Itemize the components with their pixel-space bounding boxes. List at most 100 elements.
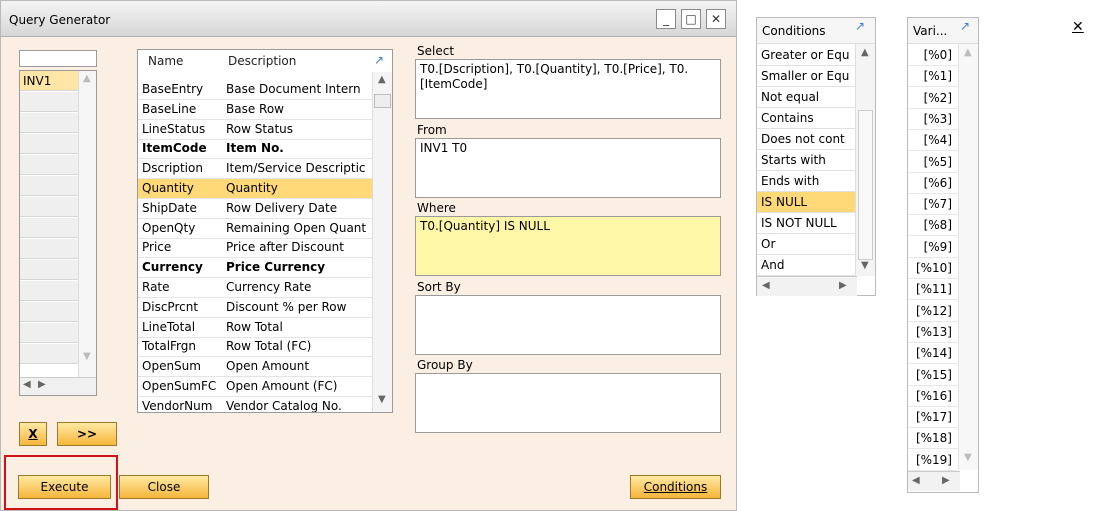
variable-item[interactable]: [%10]	[908, 258, 958, 279]
condition-item[interactable]: Ends with	[757, 171, 855, 192]
field-row[interactable]: Currency Price Currency	[138, 258, 372, 279]
table-row	[20, 92, 78, 112]
field-row[interactable]: ItemCode Item No.	[138, 139, 372, 160]
field-name: LineTotal	[142, 319, 196, 334]
from-label: From	[417, 123, 447, 137]
field-row[interactable]: DiscPrcnt Discount % per Row	[138, 298, 372, 318]
conditions-button[interactable]: Conditions	[630, 475, 721, 499]
remove-table-button[interactable]: X	[19, 422, 47, 446]
where-textarea[interactable]: T0.[Quantity] IS NULL	[415, 216, 721, 276]
field-row[interactable]: OpenSumFC Open Amount (FC)	[138, 377, 372, 397]
field-grid-vertical-scrollbar[interactable]: ▲ ▼	[372, 72, 392, 412]
variable-item[interactable]: [%13]	[908, 322, 958, 343]
table-row-inv1[interactable]: INV1	[20, 71, 78, 91]
variable-item[interactable]: [%16]	[908, 386, 958, 407]
scroll-down-icon[interactable]: ▼	[964, 452, 972, 463]
field-row[interactable]: OpenSum Open Amount	[138, 357, 372, 378]
variable-item[interactable]: [%19]	[908, 450, 958, 471]
variable-item[interactable]: [%1]	[908, 66, 958, 88]
scroll-down-icon[interactable]: ▼	[861, 260, 869, 271]
variable-item[interactable]: [%8]	[908, 215, 958, 237]
field-grid[interactable]: Name Description ↗ BaseEntry Base Documen…	[137, 49, 393, 413]
field-row[interactable]: VendorNum Vendor Catalog No.	[138, 397, 372, 412]
field-row[interactable]: LineStatus Row Status	[138, 120, 372, 140]
variable-item[interactable]: [%4]	[908, 130, 958, 152]
from-textarea[interactable]: INV1 T0	[415, 138, 721, 198]
close-variables-icon[interactable]: ✕	[1072, 19, 1084, 35]
condition-item[interactable]: Greater or Equ	[757, 45, 855, 66]
field-row[interactable]: BaseEntry Base Document Intern	[138, 80, 372, 100]
variable-item[interactable]: [%5]	[908, 152, 958, 173]
variable-item[interactable]: [%18]	[908, 428, 958, 450]
variables-vertical-scrollbar[interactable]: ▲ ▼	[958, 44, 978, 470]
scroll-down-icon[interactable]: ▼	[378, 394, 386, 405]
table-list-vertical-scrollbar[interactable]: ▲ ▼	[78, 71, 96, 377]
scroll-left-icon[interactable]: ◀	[912, 475, 920, 486]
expand-icon[interactable]: ↗	[960, 20, 972, 32]
close-button[interactable]: Close	[119, 475, 209, 499]
select-textarea[interactable]: T0.[Dscription], T0.[Quantity], T0.[Pric…	[415, 59, 721, 119]
table-list[interactable]: INV1 ▲ ▼ ◀ ▶	[19, 70, 97, 396]
field-row[interactable]: Quantity Quantity	[138, 179, 372, 199]
scroll-up-icon[interactable]: ▲	[861, 47, 869, 58]
scroll-down-icon[interactable]: ▼	[83, 351, 91, 362]
variable-item[interactable]: [%14]	[908, 343, 958, 365]
expand-icon[interactable]: ↗	[855, 20, 867, 32]
conditions-header-label: Conditions	[762, 24, 826, 38]
field-row[interactable]: LineTotal Row Total	[138, 318, 372, 338]
variable-item[interactable]: [%11]	[908, 279, 958, 301]
variable-item[interactable]: [%3]	[908, 109, 958, 130]
variable-item[interactable]: [%9]	[908, 237, 958, 258]
expand-icon[interactable]: ↗	[374, 54, 386, 66]
variable-item[interactable]: [%15]	[908, 365, 958, 386]
condition-item[interactable]: Starts with	[757, 150, 855, 171]
condition-item[interactable]: Smaller or Equ	[757, 66, 855, 87]
scroll-left-icon[interactable]: ◀	[762, 280, 770, 291]
condition-item[interactable]: Contains	[757, 108, 855, 129]
condition-item[interactable]: And	[757, 255, 855, 276]
maximize-button[interactable]: □	[681, 9, 701, 29]
variable-item[interactable]: [%6]	[908, 173, 958, 194]
field-row[interactable]: TotalFrgn Row Total (FC)	[138, 337, 372, 358]
table-search-input[interactable]	[19, 50, 97, 67]
field-row[interactable]: Dscription Item/Service Descriptic	[138, 159, 372, 180]
variable-item[interactable]: [%12]	[908, 301, 958, 322]
field-description: Currency Rate	[226, 280, 312, 294]
field-row[interactable]: OpenQty Remaining Open Quant	[138, 219, 372, 239]
scroll-up-icon[interactable]: ▲	[378, 74, 386, 85]
add-field-button[interactable]: >>	[57, 422, 117, 446]
scroll-right-icon[interactable]: ▶	[839, 280, 847, 291]
variable-item[interactable]: [%7]	[908, 194, 958, 216]
scroll-thumb[interactable]	[374, 94, 391, 108]
scroll-right-icon[interactable]: ▶	[38, 379, 46, 390]
condition-item[interactable]: Does not cont	[757, 129, 855, 150]
group-by-textarea[interactable]	[415, 373, 721, 433]
column-header-description[interactable]: Description	[224, 50, 364, 72]
scroll-right-icon[interactable]: ▶	[942, 475, 950, 486]
condition-item[interactable]: IS NULL	[757, 192, 855, 213]
field-row[interactable]: Price Price after Discount	[138, 238, 372, 259]
conditions-vertical-scrollbar[interactable]: ▲ ▼	[855, 44, 875, 276]
field-row[interactable]: Rate Currency Rate	[138, 278, 372, 298]
close-window-button[interactable]: ✕	[706, 9, 726, 29]
sort-by-textarea[interactable]	[415, 295, 721, 355]
variable-item[interactable]: [%0]	[908, 45, 958, 66]
scroll-up-icon[interactable]: ▲	[964, 47, 972, 58]
scroll-up-icon[interactable]: ▲	[83, 73, 91, 84]
field-row[interactable]: ShipDate Row Delivery Date	[138, 199, 372, 219]
condition-item[interactable]: Not equal	[757, 87, 855, 108]
scroll-left-icon[interactable]: ◀	[23, 379, 31, 390]
variables-horizontal-scrollbar[interactable]: ◀ ▶	[908, 471, 960, 491]
column-header-name[interactable]: Name	[144, 50, 224, 72]
condition-item[interactable]: Or	[757, 234, 855, 255]
variable-item[interactable]: [%17]	[908, 407, 958, 429]
field-name: ItemCode	[142, 141, 207, 156]
minimize-button[interactable]: _	[656, 9, 676, 29]
title-bar[interactable]: Query Generator _ □ ✕	[1, 1, 736, 37]
variable-item[interactable]: [%2]	[908, 88, 958, 109]
scroll-thumb[interactable]	[858, 110, 873, 260]
table-list-horizontal-scrollbar[interactable]: ◀ ▶	[20, 377, 96, 395]
conditions-horizontal-scrollbar[interactable]: ◀ ▶	[757, 276, 857, 296]
condition-item[interactable]: IS NOT NULL	[757, 213, 855, 234]
field-row[interactable]: BaseLine Base Row	[138, 100, 372, 120]
